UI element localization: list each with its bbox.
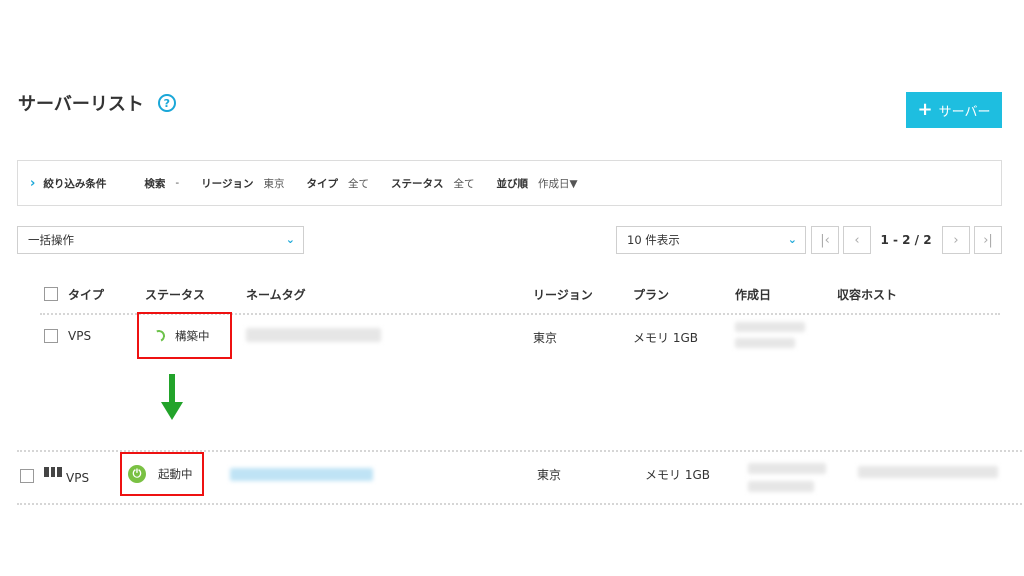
- plus-icon: +: [917, 99, 933, 120]
- select-all-checkbox[interactable]: [44, 287, 58, 301]
- status-badge-running: ⏻ 起動中: [120, 452, 204, 496]
- row-plan: メモリ 1GB: [633, 331, 698, 345]
- pagination-info: 1 - 2 / 2: [880, 233, 932, 247]
- bulk-action-select[interactable]: 一括操作 ⌄: [17, 226, 304, 254]
- row-plan: メモリ 1GB: [645, 468, 710, 482]
- row-type: VPS: [66, 471, 90, 485]
- column-header-plan[interactable]: プラン: [633, 286, 669, 303]
- power-icon: ⏻: [128, 465, 146, 483]
- created-date-redacted: [735, 322, 805, 332]
- created-date-redacted: [748, 463, 826, 474]
- chevron-down-icon: ⌄: [787, 233, 797, 246]
- status-text: 構築中: [175, 328, 210, 343]
- next-page-button[interactable]: ›: [942, 226, 970, 254]
- page-title: サーバーリスト ?: [18, 90, 176, 116]
- column-header-region[interactable]: リージョン: [533, 286, 593, 303]
- host-redacted: [858, 466, 998, 478]
- chevron-right-icon[interactable]: ›: [30, 176, 35, 191]
- row-checkbox[interactable]: [44, 329, 58, 343]
- created-time-redacted: [735, 338, 795, 348]
- last-page-button[interactable]: ›|: [974, 226, 1002, 254]
- bulk-action-value: 一括操作: [28, 233, 74, 247]
- status-badge-building: 構築中: [137, 312, 232, 359]
- add-server-button[interactable]: + サーバー: [906, 92, 1002, 128]
- prev-page-button[interactable]: ‹: [843, 226, 871, 254]
- page-title-text: サーバーリスト: [18, 94, 144, 115]
- filter-region-label: リージョン: [201, 177, 254, 190]
- column-header-host[interactable]: 収容ホスト: [837, 286, 897, 303]
- server-icon: [44, 467, 63, 477]
- filter-sort-value: 作成日▼: [537, 177, 578, 190]
- chevron-down-icon: ⌄: [285, 233, 295, 246]
- filter-type-label: タイプ: [306, 177, 338, 190]
- filter-panel[interactable]: › 絞り込み条件 検索 - リージョン 東京 タイプ 全て ステータス 全て 並…: [17, 160, 1002, 206]
- help-icon[interactable]: ?: [157, 94, 176, 112]
- column-header-type[interactable]: タイプ: [68, 286, 104, 303]
- filter-status-label: ステータス: [390, 177, 444, 190]
- row-region: 東京: [537, 468, 562, 482]
- add-server-label: サーバー: [938, 104, 991, 120]
- filter-region-value: 東京: [263, 177, 285, 190]
- per-page-select[interactable]: 10 件表示 ⌄: [616, 226, 806, 254]
- filter-title[interactable]: 絞り込み条件: [43, 176, 106, 191]
- status-text: 起動中: [158, 467, 193, 481]
- per-page-value: 10 件表示: [627, 233, 680, 247]
- first-page-button[interactable]: |‹: [811, 226, 839, 254]
- filter-status-value: 全て: [453, 177, 475, 190]
- row-checkbox[interactable]: [20, 469, 34, 483]
- nametag-link-redacted[interactable]: [230, 468, 373, 481]
- filter-sort-label: 並び順: [496, 177, 528, 190]
- filter-type-value: 全て: [347, 177, 369, 190]
- row-type: VPS: [68, 329, 92, 343]
- column-header-nametag[interactable]: ネームタグ: [246, 286, 306, 303]
- nametag-redacted: [246, 328, 381, 342]
- row-region: 東京: [533, 331, 558, 345]
- loading-spinner-icon: [151, 327, 167, 344]
- filter-search-label: 検索: [144, 177, 166, 190]
- created-time-redacted: [748, 481, 814, 492]
- row-divider: [17, 503, 1022, 505]
- column-header-created[interactable]: 作成日: [735, 286, 771, 303]
- arrow-down-icon: [161, 374, 183, 424]
- column-header-status[interactable]: ステータス: [145, 286, 205, 303]
- filter-search-value: -: [175, 177, 180, 189]
